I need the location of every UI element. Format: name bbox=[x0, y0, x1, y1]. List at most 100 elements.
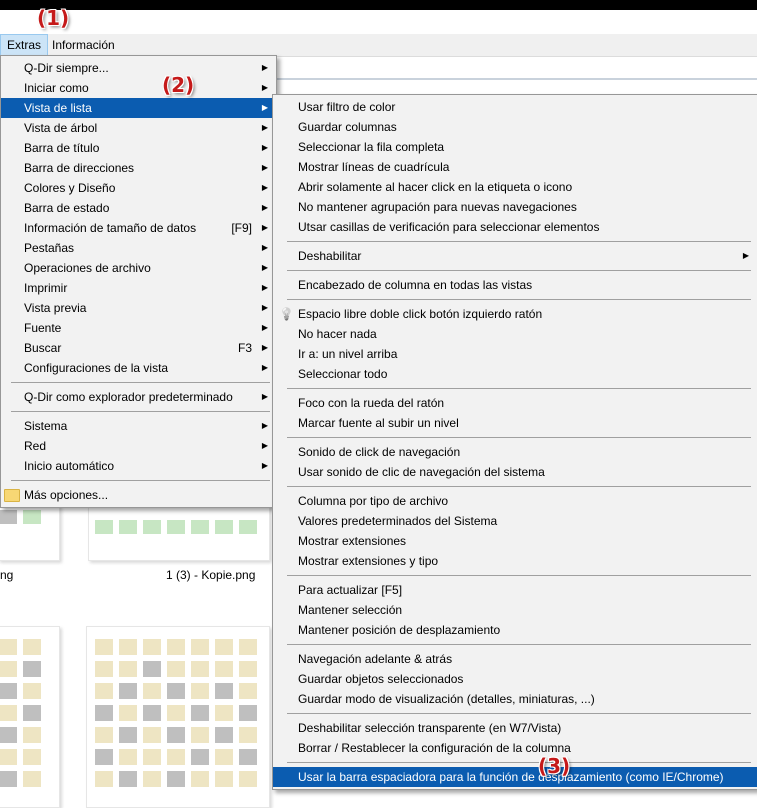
menu-item-encabezado-de-columna-en-todas-las-vista[interactable]: Encabezado de columna en todas las vista… bbox=[273, 275, 757, 295]
menu-item-guardar-objetos-seleccionados[interactable]: Guardar objetos seleccionados bbox=[273, 669, 757, 689]
menu-separator bbox=[273, 482, 757, 491]
menu-item-barra-de-direcciones[interactable]: Barra de direcciones ▶ bbox=[1, 158, 276, 178]
menu-separator bbox=[273, 295, 757, 304]
window-top-edge bbox=[0, 0, 757, 10]
menu-item-label: Guardar objetos seleccionados bbox=[298, 672, 464, 686]
menu-item-guardar-columnas[interactable]: Guardar columnas bbox=[273, 117, 757, 137]
menu-item-label: Imprimir bbox=[24, 281, 68, 295]
thumbnail[interactable] bbox=[0, 626, 60, 808]
submenu-arrow-icon: ▶ bbox=[261, 421, 268, 430]
menu-separator bbox=[273, 571, 757, 580]
menu-separator bbox=[273, 384, 757, 393]
menu-item-label: Buscar bbox=[24, 341, 62, 355]
menu-item-iniciar-como[interactable]: Iniciar como ▶ bbox=[1, 78, 276, 98]
menu-item-sonido-de-click-de-navegacion[interactable]: Sonido de click de navegación bbox=[273, 442, 757, 462]
menu-item-columna-por-tipo-de-archivo[interactable]: Columna por tipo de archivo bbox=[273, 491, 757, 511]
menu-item-borrar-restablecer-la-configuracion-de-l[interactable]: Borrar / Restablecer la configuración de… bbox=[273, 738, 757, 758]
submenu-arrow-icon: ▶ bbox=[261, 243, 268, 252]
menu-item-mostrar-extensiones[interactable]: Mostrar extensiones bbox=[273, 531, 757, 551]
callout-1: (1) bbox=[37, 6, 70, 30]
callout-3: (3) bbox=[538, 754, 571, 778]
menu-item-label: Más opciones... bbox=[24, 488, 109, 502]
menu-item-deshabilitar[interactable]: Deshabilitar ▶ bbox=[273, 246, 757, 266]
menu-item-foco-con-la-rueda-del-raton[interactable]: Foco con la rueda del ratón bbox=[273, 393, 757, 413]
menu-item-label: Para actualizar [F5] bbox=[298, 583, 403, 597]
menu-item-vista-previa[interactable]: Vista previa ▶ bbox=[1, 298, 276, 318]
menu-item-label: Sonido de click de navegación bbox=[298, 445, 461, 459]
menu-item-buscar[interactable]: Buscar F3 ▶ bbox=[1, 338, 276, 358]
menu-item-q-dir-siempre[interactable]: Q-Dir siempre... ▶ bbox=[1, 58, 276, 78]
menu-item-valores-predeterminados-del-sistema[interactable]: Valores predeterminados del Sistema bbox=[273, 511, 757, 531]
menu-item-label: Espacio libre doble click botón izquierd… bbox=[298, 307, 543, 321]
menu-extras[interactable]: Extras bbox=[0, 34, 49, 56]
menu-item-label: Deshabilitar bbox=[298, 249, 362, 263]
menu-item-red[interactable]: Red ▶ bbox=[1, 436, 276, 456]
menu-item-label: Seleccionar la fila completa bbox=[298, 140, 445, 154]
menu-item-utsar-casillas-de-verificacion-para-sele[interactable]: Utsar casillas de verificación para sele… bbox=[273, 217, 757, 237]
menu-item-label: Columna por tipo de archivo bbox=[298, 494, 449, 508]
menu-item-seleccionar-la-fila-completa[interactable]: Seleccionar la fila completa bbox=[273, 137, 757, 157]
menu-item-inicio-automatico[interactable]: Inicio automático ▶ bbox=[1, 456, 276, 476]
address-bar[interactable] bbox=[276, 58, 757, 80]
menu-item-guardar-modo-de-visualizacion-detalles-m[interactable]: Guardar modo de visualización (detalles,… bbox=[273, 689, 757, 709]
menu-item-mas-opciones[interactable]: Más opciones... bbox=[1, 485, 276, 505]
menu-item-navegacion-adelante-atras[interactable]: Navegación adelante & atrás bbox=[273, 649, 757, 669]
menu-item-no-hacer-nada[interactable]: No hacer nada bbox=[273, 324, 757, 344]
menu-item-label: Deshabilitar selección transparente (en … bbox=[298, 721, 562, 735]
thumbnail[interactable] bbox=[86, 626, 270, 808]
menu-item-espacio-libre-doble-click-boton-izquierd[interactable]: 💡 Espacio libre doble click botón izquier… bbox=[273, 304, 757, 324]
menu-item-colores-y-diseno[interactable]: Colores y Diseño ▶ bbox=[1, 178, 276, 198]
menu-item-shortcut: F3 bbox=[237, 341, 252, 355]
menu-item-label: Mostrar extensiones bbox=[298, 534, 407, 548]
menu-item-label: Usar la barra espaciadora para la funció… bbox=[298, 770, 724, 784]
menu-informacion[interactable]: Información bbox=[46, 34, 121, 56]
menu-item-mantener-seleccion[interactable]: Mantener selección bbox=[273, 600, 757, 620]
menu-item-label: Marcar fuente al subir un nivel bbox=[298, 416, 459, 430]
menu-item-mostrar-lineas-de-cuadricula[interactable]: Mostrar líneas de cuadrícula bbox=[273, 157, 757, 177]
menu-item-label: Valores predeterminados del Sistema bbox=[298, 514, 498, 528]
menu-item-configuraciones-de-la-vista[interactable]: Configuraciones de la vista ▶ bbox=[1, 358, 276, 378]
menu-item-label: Configuraciones de la vista bbox=[24, 361, 169, 375]
menu-item-label: Q-Dir siempre... bbox=[24, 61, 109, 75]
menu-item-sistema[interactable]: Sistema ▶ bbox=[1, 416, 276, 436]
menu-item-seleccionar-todo[interactable]: Seleccionar todo bbox=[273, 364, 757, 384]
menu-item-barra-de-estado[interactable]: Barra de estado ▶ bbox=[1, 198, 276, 218]
menu-item-label: Guardar columnas bbox=[298, 120, 397, 134]
menu-item-para-actualizar-f5[interactable]: Para actualizar [F5] bbox=[273, 580, 757, 600]
menu-item-q-dir-como-explorador-predeterminado[interactable]: Q-Dir como explorador predeterminado ▶ bbox=[1, 387, 276, 407]
menu-item-barra-de-titulo[interactable]: Barra de título ▶ bbox=[1, 138, 276, 158]
menu-item-vista-de-lista[interactable]: Vista de lista ▶ bbox=[1, 98, 276, 118]
menu-item-label: Pestañas bbox=[24, 241, 75, 255]
menu-item-marcar-fuente-al-subir-un-nivel[interactable]: Marcar fuente al subir un nivel bbox=[273, 413, 757, 433]
menu-item-ir-a-un-nivel-arriba[interactable]: Ir a: un nivel arriba bbox=[273, 344, 757, 364]
menu-item-fuente[interactable]: Fuente ▶ bbox=[1, 318, 276, 338]
menu-separator bbox=[1, 407, 276, 416]
menu-item-vista-de-arbol[interactable]: Vista de árbol ▶ bbox=[1, 118, 276, 138]
menu-item-deshabilitar-seleccion-transparente-en-w[interactable]: Deshabilitar selección transparente (en … bbox=[273, 718, 757, 738]
menu-item-mostrar-extensiones-y-tipo[interactable]: Mostrar extensiones y tipo bbox=[273, 551, 757, 571]
menu-item-operaciones-de-archivo[interactable]: Operaciones de archivo ▶ bbox=[1, 258, 276, 278]
menu-item-label: Utsar casillas de verificación para sele… bbox=[298, 220, 600, 234]
submenu-arrow-icon: ▶ bbox=[261, 323, 268, 332]
menu-item-abrir-solamente-al-hacer-click-en-la-eti[interactable]: Abrir solamente al hacer click en la eti… bbox=[273, 177, 757, 197]
file-name[interactable]: 1 (3) - Kopie.png bbox=[166, 568, 255, 582]
menu-item-imprimir[interactable]: Imprimir ▶ bbox=[1, 278, 276, 298]
menu-item-informacion-de-tamano-de-datos[interactable]: Información de tamaño de datos [F9] ▶ bbox=[1, 218, 276, 238]
menu-item-no-mantener-agrupacion-para-nuevas-naveg[interactable]: No mantener agrupación para nuevas naveg… bbox=[273, 197, 757, 217]
menu-item-label: Borrar / Restablecer la configuración de… bbox=[298, 741, 571, 755]
menu-item-usar-sonido-de-clic-de-navegacion-del-si[interactable]: Usar sonido de clic de navegación del si… bbox=[273, 462, 757, 482]
menu-item-label: Mostrar extensiones y tipo bbox=[298, 554, 439, 568]
menu-item-usar-la-barra-espaciadora-para-la-funcio[interactable]: Usar la barra espaciadora para la funció… bbox=[273, 767, 757, 787]
menu-item-label: Foco con la rueda del ratón bbox=[298, 396, 445, 410]
file-name[interactable]: ng bbox=[0, 568, 13, 582]
menu-item-label: Usar sonido de clic de navegación del si… bbox=[298, 465, 545, 479]
listview-submenu: Usar filtro de color Guardar columnas Sele… bbox=[272, 94, 757, 790]
menu-item-pestanas[interactable]: Pestañas ▶ bbox=[1, 238, 276, 258]
submenu-arrow-icon: ▶ bbox=[261, 263, 268, 272]
menu-item-label: Guardar modo de visualización (detalles,… bbox=[298, 692, 595, 706]
menu-item-label: Red bbox=[24, 439, 47, 453]
menu-item-mantener-posicion-de-desplazamiento[interactable]: Mantener posición de desplazamiento bbox=[273, 620, 757, 640]
menu-item-label: Información de tamaño de datos bbox=[24, 221, 197, 235]
menu-item-usar-filtro-de-color[interactable]: Usar filtro de color bbox=[273, 97, 757, 117]
menu-item-label: No hacer nada bbox=[298, 327, 377, 341]
